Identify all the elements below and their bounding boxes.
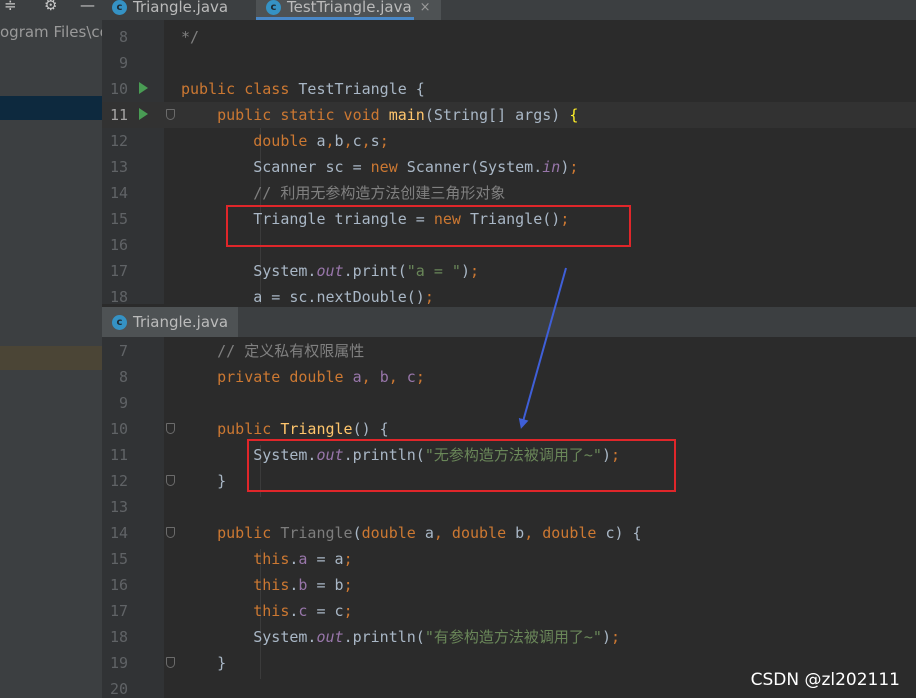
watermark: CSDN @zl202111 xyxy=(750,670,900,690)
annotation-arrow xyxy=(518,267,567,429)
